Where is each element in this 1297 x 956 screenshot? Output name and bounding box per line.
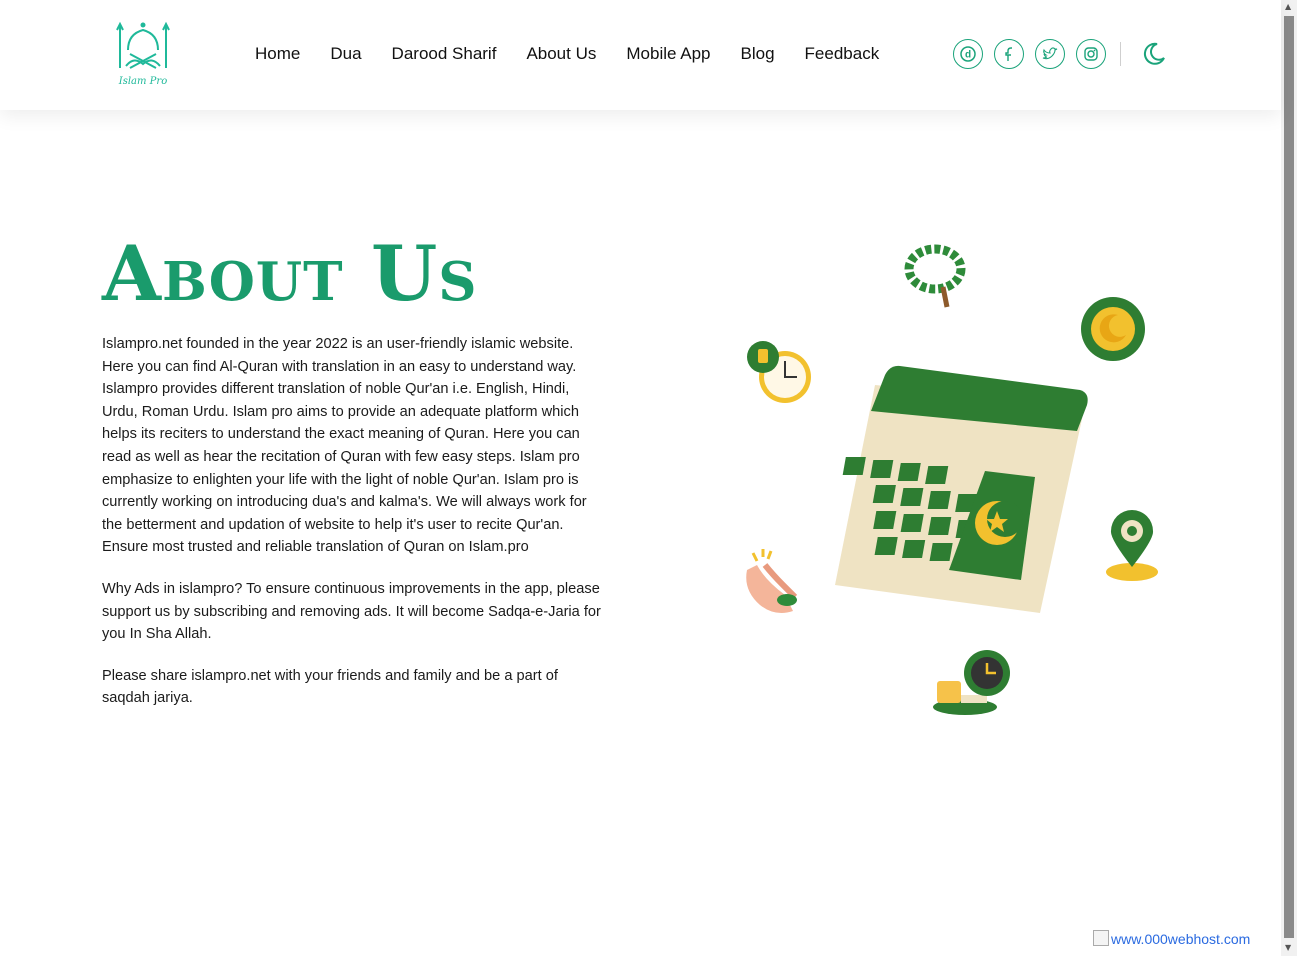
site-header: Islam Pro Home Dua Darood Sharif About U… [0, 0, 1281, 110]
scroll-up-icon[interactable]: ▲ [1285, 3, 1291, 11]
twitter-icon[interactable] [1035, 39, 1065, 69]
about-paragraph-ads: Why Ads in islampro? To ensure continuou… [102, 580, 601, 643]
nav-blog[interactable]: Blog [726, 42, 790, 68]
about-content: Islampro.net founded in the year 2022 is… [102, 333, 602, 729]
page-title: About Us [102, 229, 478, 318]
location-pin-icon [1106, 510, 1158, 581]
iftar-clock-icon [933, 650, 1010, 715]
instagram-icon[interactable] [1076, 39, 1106, 69]
nav-home[interactable]: Home [240, 42, 315, 68]
social-links: d [953, 39, 1117, 69]
calendar-icon [835, 365, 1088, 613]
moon-icon[interactable] [1141, 41, 1167, 67]
nav-about-us[interactable]: About Us [511, 42, 611, 68]
clock-lantern-icon [747, 341, 811, 403]
page-scrollbar[interactable]: ▲ ▼ [1281, 0, 1297, 956]
nav-feedback[interactable]: Feedback [790, 42, 895, 68]
site-logo[interactable]: Islam Pro [112, 20, 174, 94]
mosque-quran-logo-icon [116, 21, 170, 69]
logo-text: Islam Pro [118, 76, 168, 87]
svg-text:d: d [965, 50, 971, 61]
nav-mobile-app[interactable]: Mobile App [611, 42, 725, 68]
scrollbar-thumb[interactable] [1284, 16, 1294, 938]
crescent-badge-icon [1081, 297, 1145, 361]
header-divider [1120, 42, 1121, 66]
nav-dua[interactable]: Dua [315, 42, 376, 68]
dailymotion-icon[interactable]: d [953, 39, 983, 69]
broken-image-icon [1093, 930, 1109, 946]
facebook-icon[interactable] [994, 39, 1024, 69]
webhost-link[interactable]: www.000webhost.com [1093, 930, 1250, 947]
prayer-beads-icon [904, 244, 966, 308]
about-paragraph-intro: Islampro.net founded in the year 2022 is… [102, 336, 587, 556]
islamic-calendar-illustration [746, 244, 1158, 715]
webhost-link-text: www.000webhost.com [1111, 931, 1251, 947]
main-nav: Home Dua Darood Sharif About Us Mobile A… [240, 42, 894, 68]
about-paragraph-share: Please share islampro.net with your frie… [102, 667, 558, 707]
nav-darood-sharif[interactable]: Darood Sharif [377, 42, 512, 68]
scroll-down-icon[interactable]: ▼ [1285, 944, 1291, 952]
praying-hands-icon [746, 549, 798, 613]
